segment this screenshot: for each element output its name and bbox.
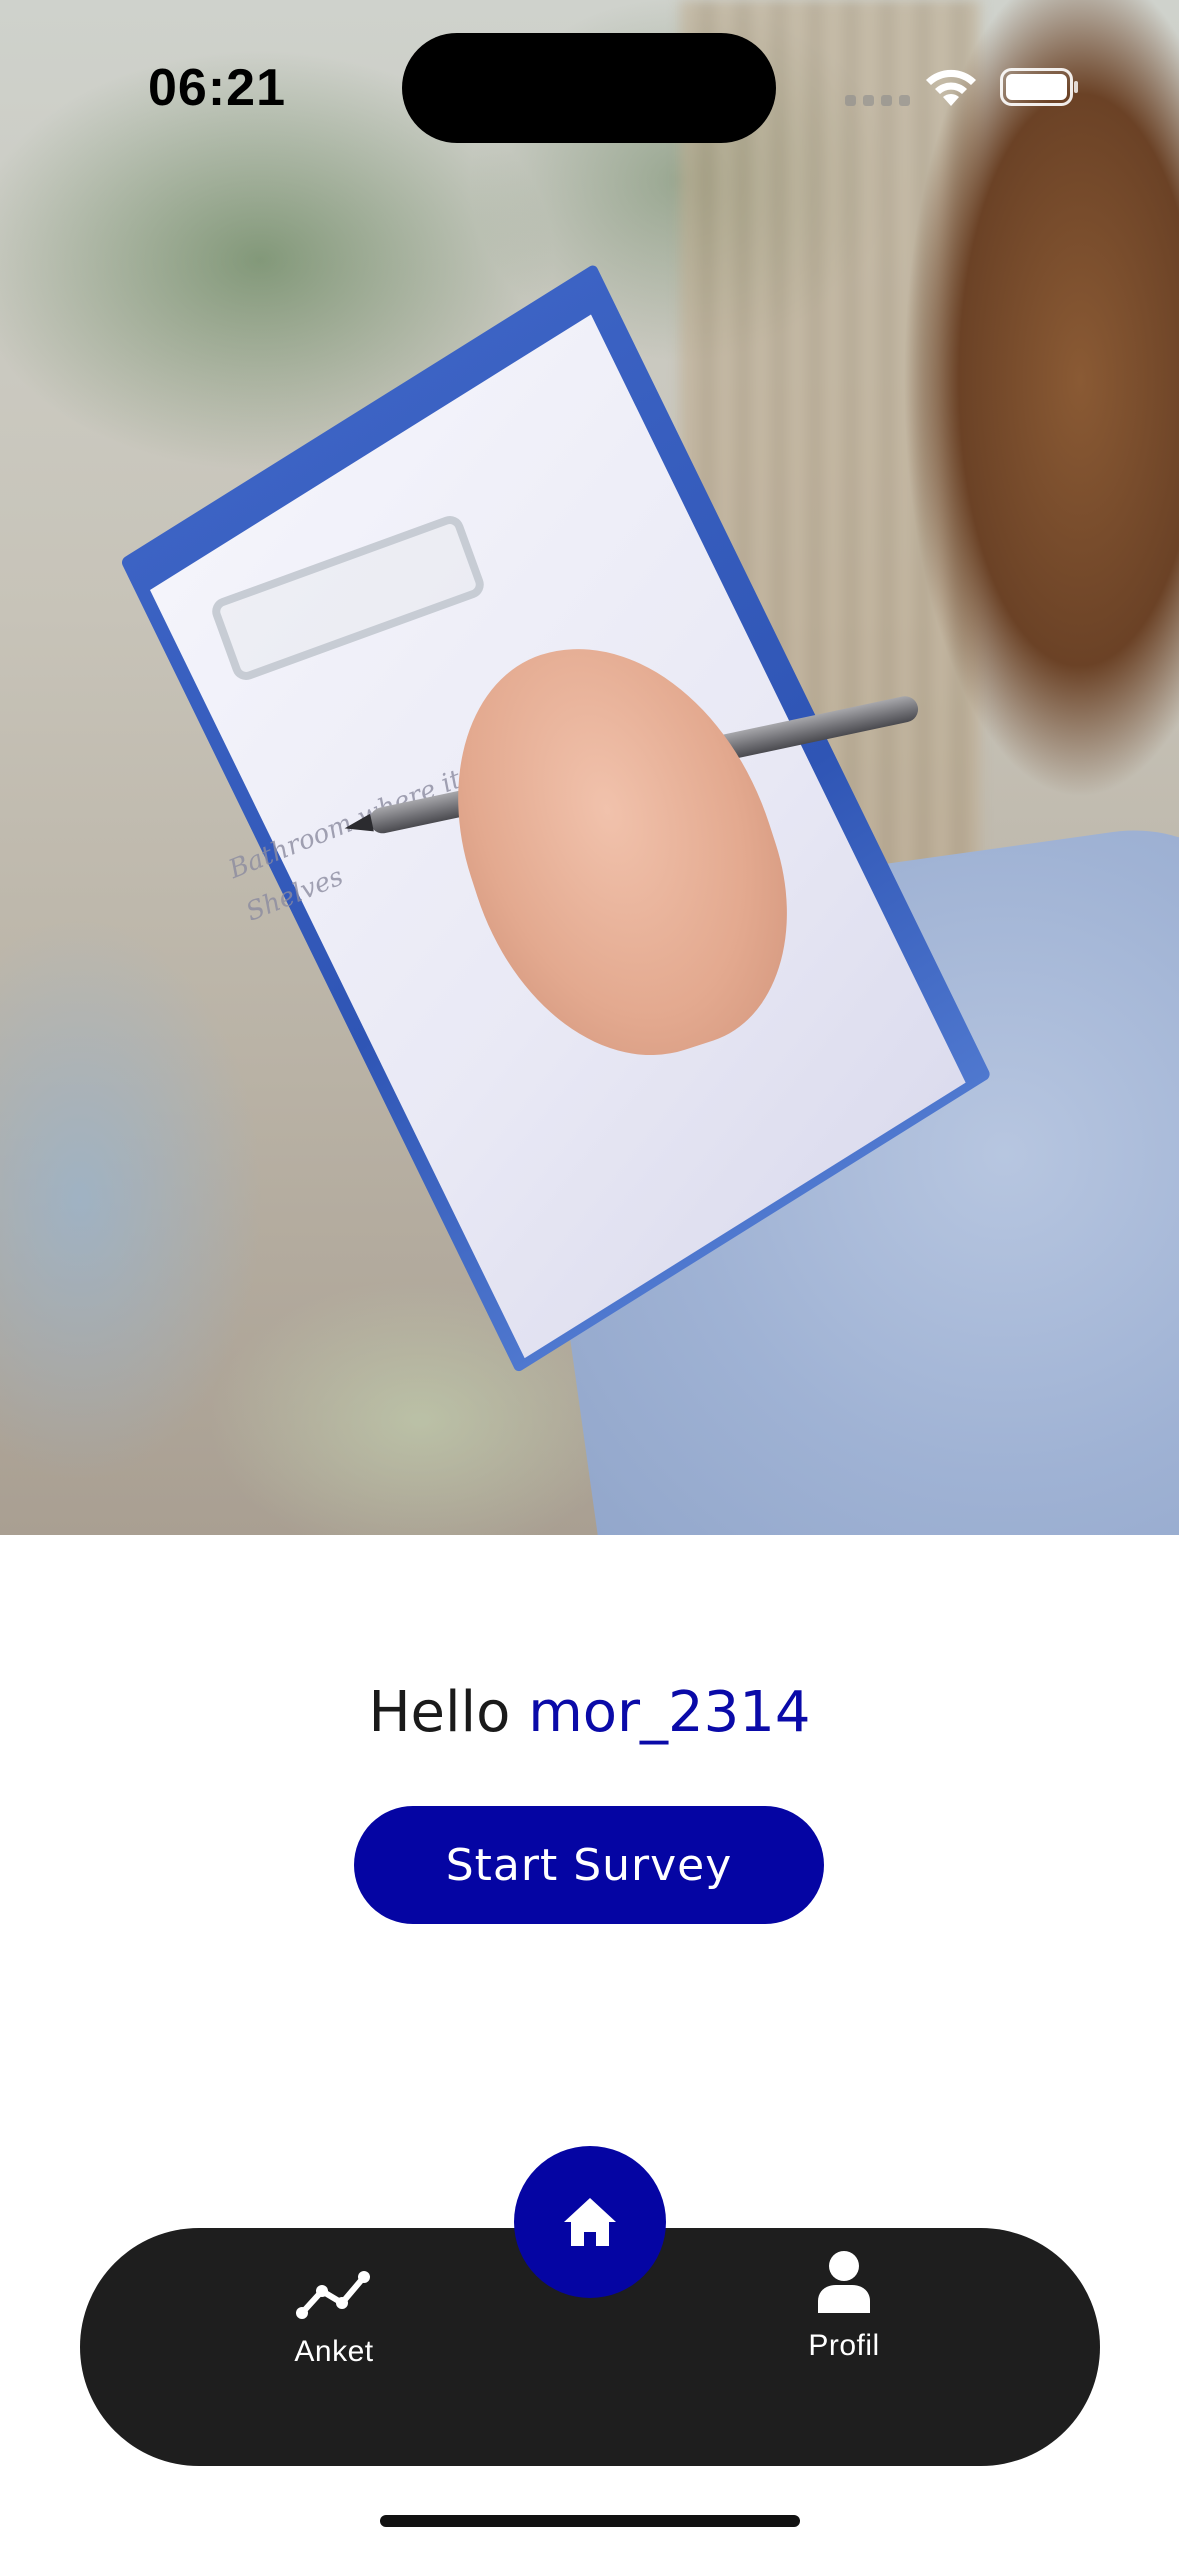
home-indicator[interactable] (380, 2515, 800, 2527)
person-icon (818, 2251, 870, 2313)
greeting-prefix: Hello (368, 1680, 511, 1745)
username: mor_2314 (528, 1680, 811, 1745)
tab-anket-label: Anket (294, 2335, 374, 2368)
start-survey-button[interactable]: Start Survey (354, 1806, 824, 1924)
cellular-signal-icon (845, 95, 910, 106)
battery-icon (1000, 68, 1078, 106)
wifi-icon (926, 69, 976, 106)
greeting: Hello mor_2314 (0, 1680, 1179, 1745)
status-time: 06:21 (148, 59, 286, 117)
home-button[interactable] (514, 2146, 666, 2298)
home-icon (564, 2198, 616, 2246)
tab-anket[interactable]: Anket (234, 2245, 434, 2385)
dynamic-island (402, 33, 776, 143)
tab-profil-label: Profil (808, 2329, 880, 2362)
line-chart-icon (296, 2271, 370, 2319)
home-screen: Bathroom where it Shelves 06:21 Hello mo… (0, 0, 1179, 2556)
tab-profil[interactable]: Profil (744, 2245, 944, 2385)
hero-photo: Bathroom where it Shelves (0, 0, 1179, 1535)
